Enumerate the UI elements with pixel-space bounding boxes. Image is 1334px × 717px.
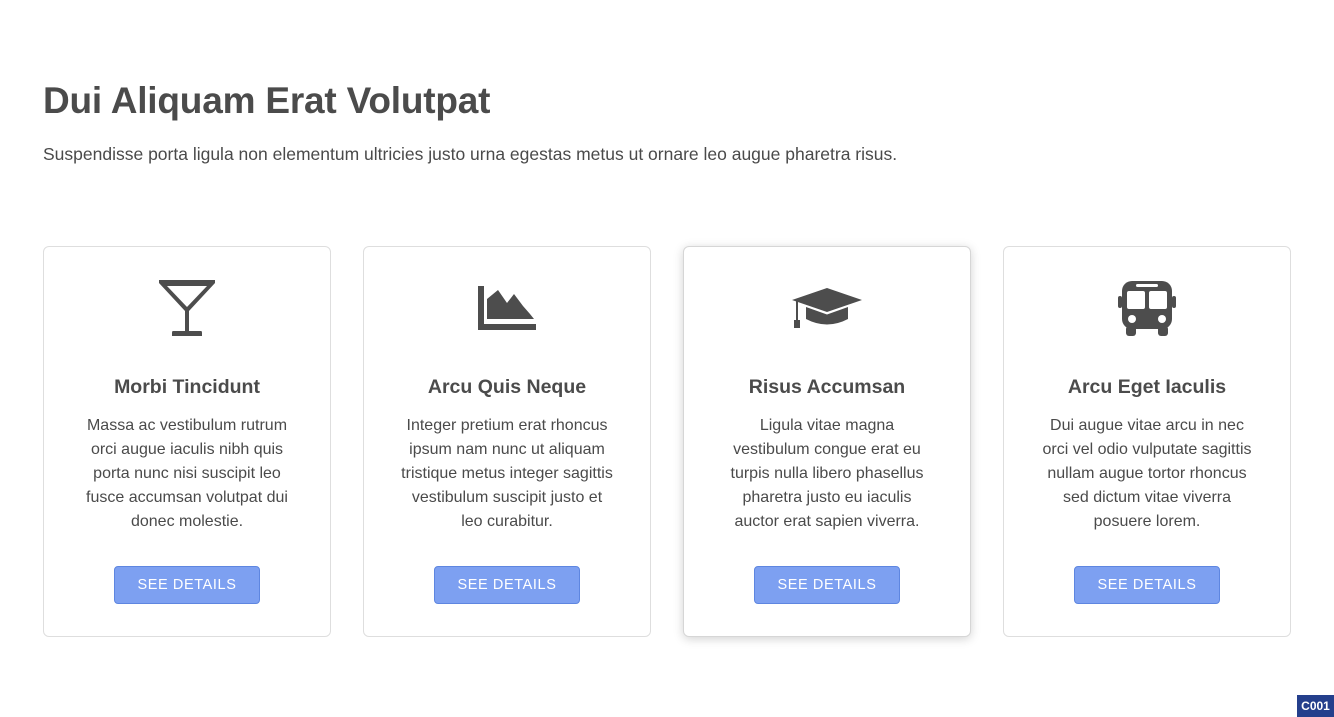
feature-cards: Morbi Tincidunt Massa ac vestibulum rutr… bbox=[43, 246, 1291, 637]
graduation-cap-icon bbox=[787, 278, 867, 338]
card-description: Massa ac vestibulum rutrum orci augue ia… bbox=[86, 417, 288, 530]
bus-icon bbox=[1107, 278, 1187, 338]
feature-card: Risus Accumsan Ligula vitae magna vestib… bbox=[683, 246, 971, 637]
cocktail-icon bbox=[147, 278, 227, 338]
see-details-button[interactable]: SEE DETAILS bbox=[434, 566, 580, 604]
area-chart-icon bbox=[467, 278, 547, 338]
card-title: Morbi Tincidunt bbox=[114, 376, 260, 398]
feature-card: Arcu Quis Neque Integer pretium erat rho… bbox=[363, 246, 651, 637]
card-description: Ligula vitae magna vestibulum congue era… bbox=[730, 417, 924, 530]
feature-card: Arcu Eget Iaculis Dui augue vitae arcu i… bbox=[1003, 246, 1291, 637]
card-description: Integer pretium erat rhoncus ipsum nam n… bbox=[401, 417, 613, 530]
corner-tag: C001 bbox=[1297, 695, 1334, 717]
card-title: Arcu Eget Iaculis bbox=[1067, 376, 1227, 398]
card-title: Arcu Quis Neque bbox=[427, 376, 587, 398]
see-details-button[interactable]: SEE DETAILS bbox=[1074, 566, 1220, 604]
see-details-button[interactable]: SEE DETAILS bbox=[754, 566, 900, 604]
card-description: Dui augue vitae arcu in nec orci vel odi… bbox=[1042, 417, 1252, 530]
feature-card: Morbi Tincidunt Massa ac vestibulum rutr… bbox=[43, 246, 331, 637]
card-title: Risus Accumsan bbox=[748, 376, 906, 398]
see-details-button[interactable]: SEE DETAILS bbox=[114, 566, 260, 604]
page-subtitle: Suspendisse porta ligula non elementum u… bbox=[43, 144, 898, 164]
page-title: Dui Aliquam Erat Volutpat bbox=[43, 80, 491, 121]
